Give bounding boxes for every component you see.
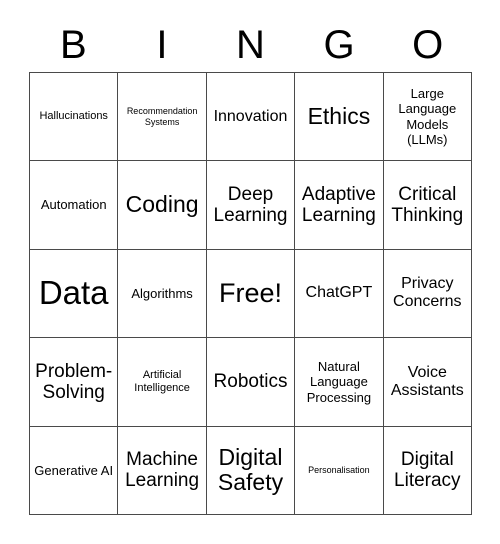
bingo-cell[interactable]: Natural Language Processing	[295, 338, 384, 427]
bingo-cell[interactable]: Voice Assistants	[383, 338, 472, 427]
bingo-cell[interactable]: Personalisation	[295, 426, 384, 515]
bingo-header-letter-g: G	[323, 23, 355, 67]
bingo-cell-label: Personalisation	[308, 464, 370, 475]
bingo-cell-label: Data	[38, 274, 109, 312]
bingo-header-row: B I N G O	[29, 18, 472, 72]
bingo-cell[interactable]: ChatGPT	[295, 249, 384, 339]
bingo-cell[interactable]: Large Language Models (LLMs)	[383, 73, 472, 162]
bingo-cell[interactable]: Innovation	[206, 73, 296, 162]
bingo-cell[interactable]: Coding	[118, 161, 207, 250]
bingo-cell-label: Robotics	[213, 371, 288, 393]
bingo-cell-label: Innovation	[213, 107, 288, 125]
bingo-header-letter-b: B	[59, 23, 87, 67]
bingo-cell[interactable]: Automation	[30, 161, 119, 250]
bingo-cell-label: ChatGPT	[305, 284, 373, 302]
bingo-cell[interactable]: Critical Thinking	[383, 161, 472, 250]
bingo-cell[interactable]: Robotics	[206, 338, 296, 427]
bingo-header-letter-i: I	[156, 23, 168, 67]
bingo-cell-label: Coding	[125, 191, 199, 218]
bingo-cell[interactable]: Digital Literacy	[383, 426, 472, 515]
bingo-cell-label: Recommendation Systems	[126, 105, 198, 127]
bingo-cell[interactable]: Machine Learning	[118, 426, 207, 515]
bingo-cell-label: Deep Learning	[213, 183, 288, 227]
bingo-cell-label: Algorithms	[131, 285, 193, 301]
bingo-header-letter-o: O	[412, 23, 444, 67]
bingo-cell[interactable]: Adaptive Learning	[295, 161, 384, 250]
bingo-cell[interactable]: Hallucinations	[30, 73, 119, 162]
bingo-cell-label: Critical Thinking	[391, 183, 464, 227]
bingo-cell[interactable]: Recommendation Systems	[118, 73, 207, 162]
bingo-cell-free[interactable]: Free!	[206, 249, 296, 339]
bingo-cell-label: Privacy Concerns	[393, 275, 462, 311]
bingo-cell-label: Voice Assistants	[390, 363, 464, 399]
bingo-cell-label: Digital Safety	[217, 444, 284, 496]
bingo-cell[interactable]: Ethics	[295, 73, 384, 162]
bingo-cell[interactable]: Deep Learning	[206, 161, 296, 250]
bingo-cell[interactable]: Algorithms	[118, 249, 207, 339]
bingo-cell[interactable]: Privacy Concerns	[383, 249, 472, 339]
bingo-cell-label: Ethics	[307, 103, 371, 130]
bingo-cell[interactable]: Digital Safety	[206, 426, 296, 515]
bingo-cell-label: Digital Literacy	[394, 449, 461, 492]
bingo-cell-label: Adaptive Learning	[301, 183, 376, 227]
bingo-cell-label: Machine Learning	[125, 449, 200, 492]
bingo-grid: Hallucinations Recommendation Systems In…	[29, 72, 472, 515]
bingo-cell[interactable]: Generative AI	[30, 426, 119, 515]
bingo-cell[interactable]: Artificial Intelligence	[118, 338, 207, 427]
bingo-cell-label: Free!	[218, 277, 282, 308]
bingo-cell-label: Natural Language Processing	[306, 358, 372, 405]
bingo-cell-label: Artificial Intelligence	[134, 368, 190, 394]
bingo-card: B I N G O Hallucinations Recommendation …	[0, 0, 500, 544]
bingo-cell[interactable]: Data	[30, 249, 119, 339]
bingo-cell-label: Generative AI	[34, 462, 114, 478]
bingo-cell-label: Large Language Models (LLMs)	[398, 86, 457, 148]
bingo-cell-label: Automation	[40, 197, 107, 213]
bingo-header-letter-n: N	[236, 23, 265, 67]
bingo-cell-label: Problem-Solving	[35, 360, 113, 403]
bingo-cell-label: Hallucinations	[39, 110, 108, 123]
bingo-cell[interactable]: Problem-Solving	[30, 338, 119, 427]
